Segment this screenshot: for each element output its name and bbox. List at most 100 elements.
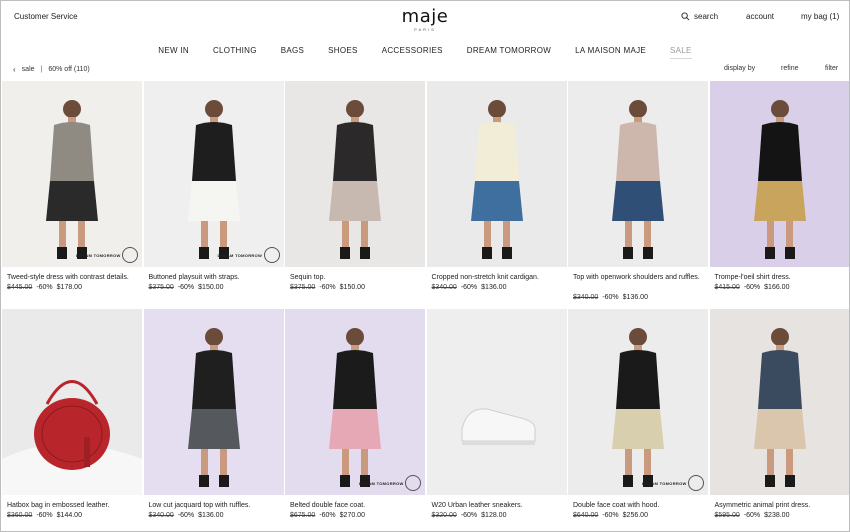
sale-price: $166.00 [764,284,790,291]
product-photo-illustration [329,328,381,487]
product-image[interactable]: DREAM TOMORROW [2,81,142,267]
sale-price: $144.00 [56,512,82,519]
product-card[interactable]: DREAM TOMORROW Buttoned playsuit with str… [143,81,284,305]
product-price: $320.00 -60% $128.00 [432,511,507,521]
original-price: $415.00 [714,284,740,291]
product-price: $340.00 -60% $136.00 [149,511,224,521]
product-image[interactable] [426,309,567,495]
product-card[interactable]: Sequin top. $375.00 -60% $150.00 [285,81,425,305]
product-image[interactable]: DREAM TOMORROW [568,309,708,495]
chevron-left-icon[interactable]: ‹ [13,65,16,74]
sale-price: $178.00 [56,284,82,291]
nav-item[interactable]: LA MAISON MAJE [575,46,646,59]
display-by-button[interactable]: display by [724,65,755,72]
discount-percent: -60% [460,284,478,291]
nav-item[interactable]: BAGS [281,46,304,59]
product-name[interactable]: Buttoned playsuit with straps. [149,273,281,283]
product-photo-illustration [187,328,240,487]
product-photo-illustration [187,100,240,259]
search-button[interactable]: search [681,12,718,21]
product-card[interactable]: Trompe-l'oeil shirt dress. $415.00 -60% $16… [709,81,849,305]
product-photo-illustration [612,100,664,259]
discount-percent: -60% [743,512,761,519]
product-photo-illustration [753,328,806,487]
product-name[interactable]: Low cut jacquard top with ruffles. [149,501,281,511]
nav-item[interactable]: CLOTHING [213,46,257,59]
product-card[interactable]: Hatbox bag in embossed leather. $360.00 -6… [2,309,142,531]
product-image[interactable] [2,309,142,495]
sale-price: $136.00 [622,294,648,301]
original-price: $595.00 [714,512,740,519]
original-price: $360.00 [7,512,33,519]
original-price: $445.00 [7,284,33,291]
dream-tomorrow-watermark: DREAM TOMORROW [359,481,404,486]
original-price: $675.00 [290,512,316,519]
product-card[interactable]: Low cut jacquard top with ruffles. $340.0… [143,309,284,531]
discount-percent: -60% [602,512,619,519]
product-name[interactable]: Double face coat with hood. [573,501,705,511]
nav-item-sale[interactable]: SALE [670,46,692,59]
product-card[interactable]: DREAM TOMORROW Tweed-style dress with con… [2,81,142,305]
nav-item[interactable]: SHOES [328,46,358,59]
product-price: $640.00 -60% $256.00 [573,511,648,521]
product-card[interactable]: DREAM TOMORROW Belted double face coat. $6… [285,309,425,531]
product-name[interactable]: Tweed-style dress with contrast details. [7,273,139,283]
product-name[interactable]: Belted double face coat. [290,501,422,511]
breadcrumb-separator: | [40,66,43,73]
original-price: $320.00 [431,512,457,519]
product-photo-illustration [329,100,381,259]
product-photo-illustration [2,380,142,495]
product-card[interactable]: Top with openwork shoulders and ruffles.… [568,81,708,305]
dream-tomorrow-watermark: DREAM TOMORROW [642,481,687,486]
product-price: $340.00 -60% $136.00 [432,283,507,293]
seal-icon [263,247,280,263]
discount-percent: -60% [460,512,478,519]
discount-percent: -60% [319,512,336,519]
product-image[interactable] [143,309,284,495]
refine-button[interactable]: refine [781,65,799,72]
product-image[interactable] [709,81,849,267]
product-image[interactable] [426,81,567,267]
product-image[interactable] [709,309,849,495]
product-photo-illustration [470,100,523,259]
product-name[interactable]: Top with openwork shoulders and ruffles. [573,273,705,283]
sale-price: $136.00 [481,284,507,291]
discount-percent: -60% [602,294,619,301]
product-card[interactable]: Asymmetric animal print dress. $595.00 -60… [709,309,849,531]
product-name[interactable]: Hatbox bag in embossed leather. [7,501,139,511]
product-price: $445.00 -60% $178.00 [7,283,82,293]
dream-tomorrow-watermark: DREAM TOMORROW [217,253,263,258]
sale-price: $270.00 [339,512,365,519]
seal-icon [688,475,704,491]
nav-item[interactable]: DREAM TOMORROW [467,46,551,59]
product-name[interactable]: Asymmetric animal print dress. [715,501,847,511]
product-image[interactable] [568,81,708,267]
original-price: $375.00 [290,284,316,291]
product-price: $375.00 -60% $150.00 [290,283,365,293]
product-name[interactable]: Sequin top. [290,273,422,283]
product-image[interactable]: DREAM TOMORROW [143,81,284,267]
brand-logo[interactable]: maje PARIS [1,7,849,33]
account-link[interactable]: account [746,12,774,21]
nav-item[interactable]: NEW IN [158,46,189,59]
main-nav: NEW IN CLOTHING BAGS SHOES ACCESSORIES D… [1,46,849,59]
bag-link[interactable]: my bag (1) [801,12,839,21]
product-price: $675.00 -60% $270.00 [290,511,365,521]
product-image[interactable] [285,81,425,267]
product-price: $360.00 -60% $144.00 [7,511,82,521]
product-image[interactable]: DREAM TOMORROW [285,309,425,495]
listing-toolbar: ‹ sale | 60% off (110) display by refine… [1,63,849,77]
original-price: $375.00 [148,284,174,291]
nav-item[interactable]: ACCESSORIES [382,46,443,59]
filter-button[interactable]: filter [825,65,838,72]
product-name[interactable]: W20 Urban leather sneakers. [432,501,564,511]
product-name[interactable]: Cropped non-stretch knit cardigan. [432,273,564,283]
product-price: $375.00 -60% $150.00 [149,283,224,293]
breadcrumb-sale[interactable]: sale [22,66,35,73]
product-card[interactable]: W20 Urban leather sneakers. $320.00 -60% $1… [426,309,567,531]
original-price: $640.00 [573,512,599,519]
product-card[interactable]: DREAM TOMORROW Double face coat with hood… [568,309,708,531]
product-name[interactable]: Trompe-l'oeil shirt dress. [715,273,847,283]
seal-icon [122,247,138,263]
product-card[interactable]: Cropped non-stretch knit cardigan. $340.0… [426,81,567,305]
